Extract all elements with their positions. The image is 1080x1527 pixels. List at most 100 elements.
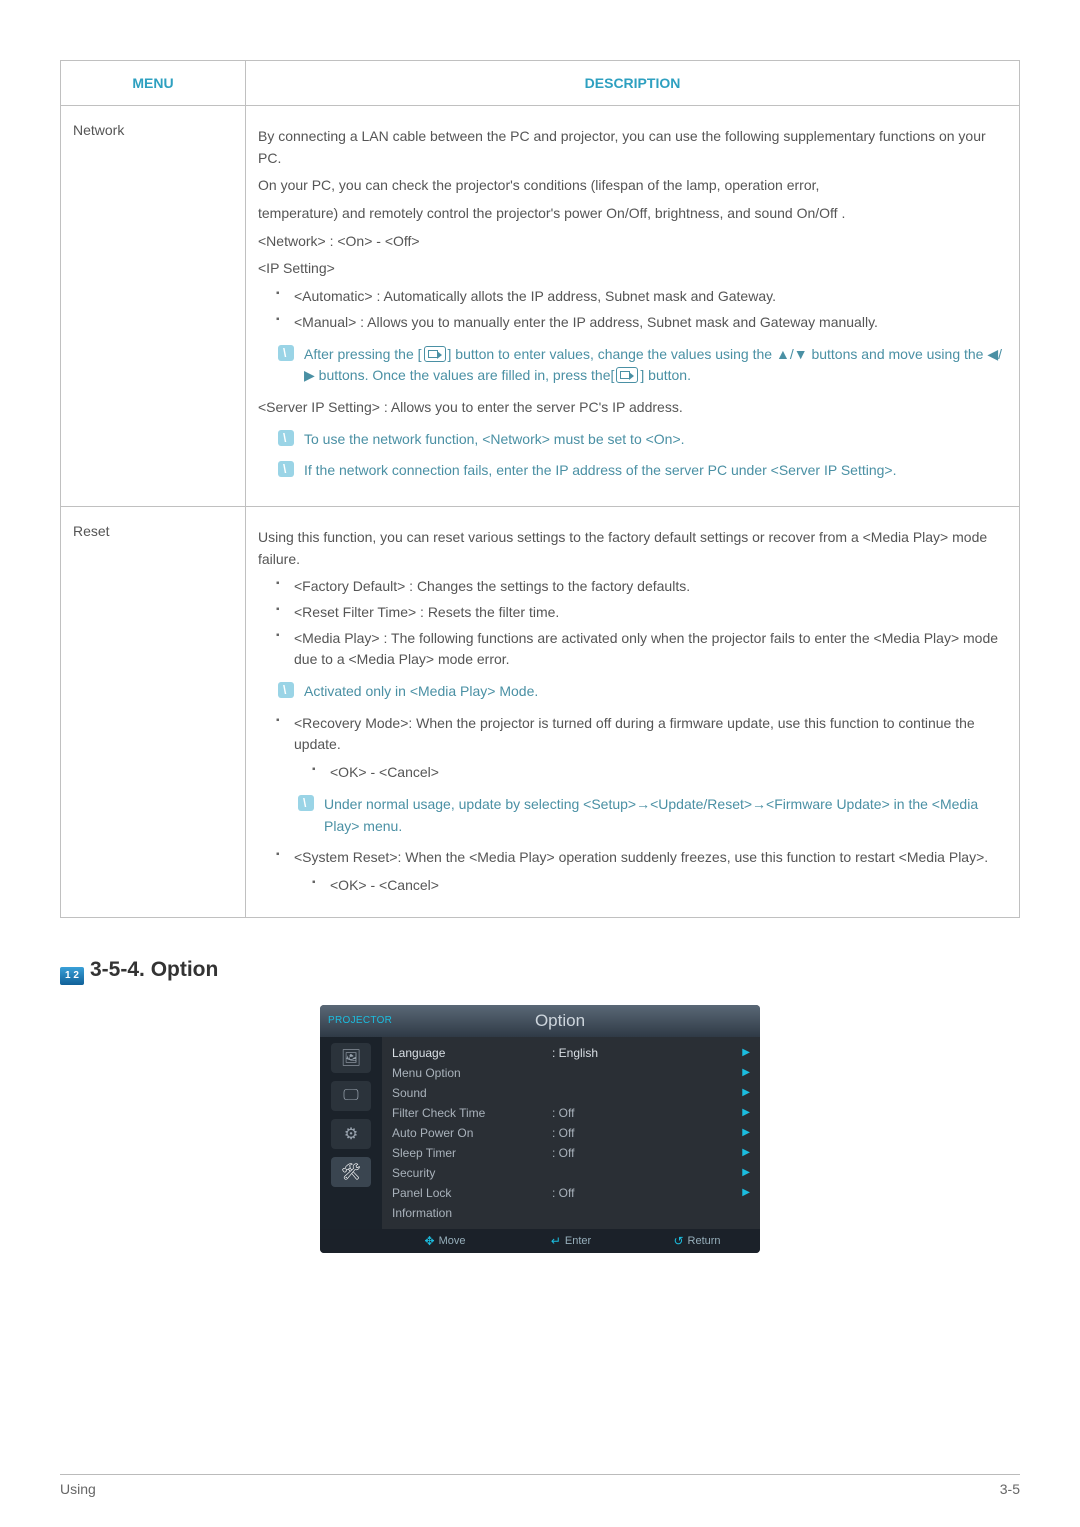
osd-item-label: Information	[388, 1206, 552, 1220]
osd-projector-label: PROJECTOR	[320, 1015, 390, 1026]
tab-picture-icon[interactable]: 🖼	[331, 1043, 371, 1073]
note-block: Under normal usage, update by selecting …	[298, 794, 1007, 837]
list-item: <OK> - <Cancel>	[312, 762, 1007, 784]
cell-desc: Using this function, you can reset vario…	[246, 506, 1020, 917]
text: Using this function, you can reset vario…	[258, 527, 1007, 570]
osd-item[interactable]: Auto Power On : Off ▶	[388, 1123, 750, 1143]
list-item: <OK> - <Cancel>	[312, 875, 1007, 897]
menu-table: MENU DESCRIPTION Network By connecting a…	[60, 60, 1020, 918]
osd-item-value: : Off	[552, 1146, 742, 1160]
chevron-right-icon: ▶	[742, 1187, 750, 1198]
tab-input-icon[interactable]: 🖵	[331, 1081, 371, 1111]
list-item: <Media Play> : The following functions a…	[276, 628, 1007, 671]
chevron-right-icon: ▶	[742, 1147, 750, 1158]
text: By connecting a LAN cable between the PC…	[258, 126, 1007, 169]
osd-item-label: Menu Option	[388, 1066, 552, 1080]
section-title: 3-5-4. Option	[90, 958, 218, 981]
osd-item-label: Language	[388, 1046, 552, 1060]
move-icon: ✥	[425, 1234, 435, 1248]
osd-item-value: : English	[552, 1046, 742, 1060]
footer-right: 3-5	[1000, 1481, 1020, 1497]
osd-foot-return: ↺ Return	[634, 1229, 760, 1253]
text: <IP Setting>	[258, 258, 1007, 280]
chevron-right-icon: ▶	[742, 1047, 750, 1058]
enter-icon: ↵	[551, 1234, 561, 1248]
osd-tabs: 🖼 🖵 ⚙ 🛠	[320, 1037, 382, 1229]
list: <Automatic> : Automatically allots the I…	[276, 286, 1007, 333]
text: <Server IP Setting> : Allows you to ente…	[258, 397, 1007, 419]
note-icon	[298, 795, 314, 811]
note-icon	[278, 461, 294, 477]
note-icon	[278, 430, 294, 446]
return-icon: ↺	[673, 1234, 683, 1248]
osd-item[interactable]: Security ▶	[388, 1163, 750, 1183]
enter-button-icon	[616, 367, 638, 383]
note-text: After pressing the [	[304, 346, 422, 362]
osd-foot-enter: ↵ Enter	[508, 1229, 634, 1253]
tab-option-icon[interactable]: 🛠	[331, 1157, 371, 1187]
osd-list: Language : English ▶ Menu Option ▶ Sound…	[382, 1037, 760, 1229]
chevron-right-icon: ▶	[742, 1167, 750, 1178]
tab-setup-icon[interactable]: ⚙	[331, 1119, 371, 1149]
th-desc: DESCRIPTION	[246, 61, 1020, 106]
osd-item[interactable]: Information ▶	[388, 1203, 750, 1223]
note-block: Activated only in <Media Play> Mode.	[278, 681, 1007, 703]
subsublist: <OK> - <Cancel>	[312, 762, 1007, 784]
osd-item-label: Panel Lock	[388, 1186, 552, 1200]
sublist: <Recovery Mode>: When the projector is t…	[276, 713, 1007, 784]
row-network: Network By connecting a LAN cable betwee…	[61, 106, 1020, 507]
text: <System Reset>: When the <Media Play> op…	[294, 849, 988, 865]
osd-item[interactable]: Sound ▶	[388, 1083, 750, 1103]
note-text: If the network connection fails, enter t…	[304, 462, 896, 478]
text: <Network> : <On> - <Off>	[258, 231, 1007, 253]
osd-item-label: Filter Check Time	[388, 1106, 552, 1120]
list-item: <Reset Filter Time> : Resets the filter …	[276, 602, 1007, 624]
note-text: To use the network function, <Network> m…	[304, 431, 685, 447]
note-block: After pressing the [] button to enter va…	[278, 344, 1007, 387]
cell-menu: Network	[61, 106, 246, 507]
list-item: <Factory Default> : Changes the settings…	[276, 576, 1007, 598]
cell-menu: Reset	[61, 506, 246, 917]
note-text: Activated only in <Media Play> Mode.	[304, 683, 538, 699]
osd-item-value: : Off	[552, 1126, 742, 1140]
list: <Factory Default> : Changes the settings…	[276, 576, 1007, 671]
note-block: If the network connection fails, enter t…	[278, 460, 1007, 482]
list-item: <System Reset>: When the <Media Play> op…	[276, 847, 1007, 896]
osd-panel: PROJECTOR Option 🖼 🖵 ⚙ 🛠 Language : Engl…	[320, 1005, 760, 1253]
list-item: <Recovery Mode>: When the projector is t…	[276, 713, 1007, 784]
note-icon	[278, 682, 294, 698]
osd-item-value: : Off	[552, 1106, 742, 1120]
osd-item[interactable]: Panel Lock : Off ▶	[388, 1183, 750, 1203]
subsublist: <OK> - <Cancel>	[312, 875, 1007, 897]
page-footer: Using 3-5	[60, 1474, 1020, 1497]
section-badge-icon: 1 2	[60, 967, 84, 985]
list-item: <Automatic> : Automatically allots the I…	[276, 286, 1007, 308]
osd-foot-label: Enter	[565, 1235, 591, 1247]
th-menu: MENU	[61, 61, 246, 106]
row-reset: Reset Using this function, you can reset…	[61, 506, 1020, 917]
osd-item-value: : Off	[552, 1186, 742, 1200]
chevron-right-icon: ▶	[742, 1107, 750, 1118]
osd-item[interactable]: Menu Option ▶	[388, 1063, 750, 1083]
osd-item-label: Auto Power On	[388, 1126, 552, 1140]
note-block: To use the network function, <Network> m…	[278, 429, 1007, 451]
cell-desc: By connecting a LAN cable between the PC…	[246, 106, 1020, 507]
chevron-right-icon: ▶	[742, 1087, 750, 1098]
note-text: ] button.	[640, 367, 691, 383]
osd-item[interactable]: Sleep Timer : Off ▶	[388, 1143, 750, 1163]
footer-left: Using	[60, 1481, 96, 1497]
osd-item[interactable]: Language : English ▶	[388, 1043, 750, 1063]
osd-foot-label: Move	[439, 1235, 466, 1247]
osd-item[interactable]: Filter Check Time : Off ▶	[388, 1103, 750, 1123]
enter-button-icon	[424, 346, 446, 362]
note-icon	[278, 345, 294, 361]
text: <Recovery Mode>: When the projector is t…	[294, 715, 975, 753]
osd-foot-move: ✥ Move	[382, 1229, 508, 1253]
osd-title: Option	[390, 1011, 730, 1031]
sublist: <System Reset>: When the <Media Play> op…	[276, 847, 1007, 896]
list-item: <Manual> : Allows you to manually enter …	[276, 312, 1007, 334]
osd-footer: ✥ Move ↵ Enter ↺ Return	[320, 1229, 760, 1253]
section-heading: 1 2 3-5-4. Option	[60, 958, 1020, 985]
osd-item-label: Security	[388, 1166, 552, 1180]
osd-foot-label: Return	[688, 1235, 721, 1247]
